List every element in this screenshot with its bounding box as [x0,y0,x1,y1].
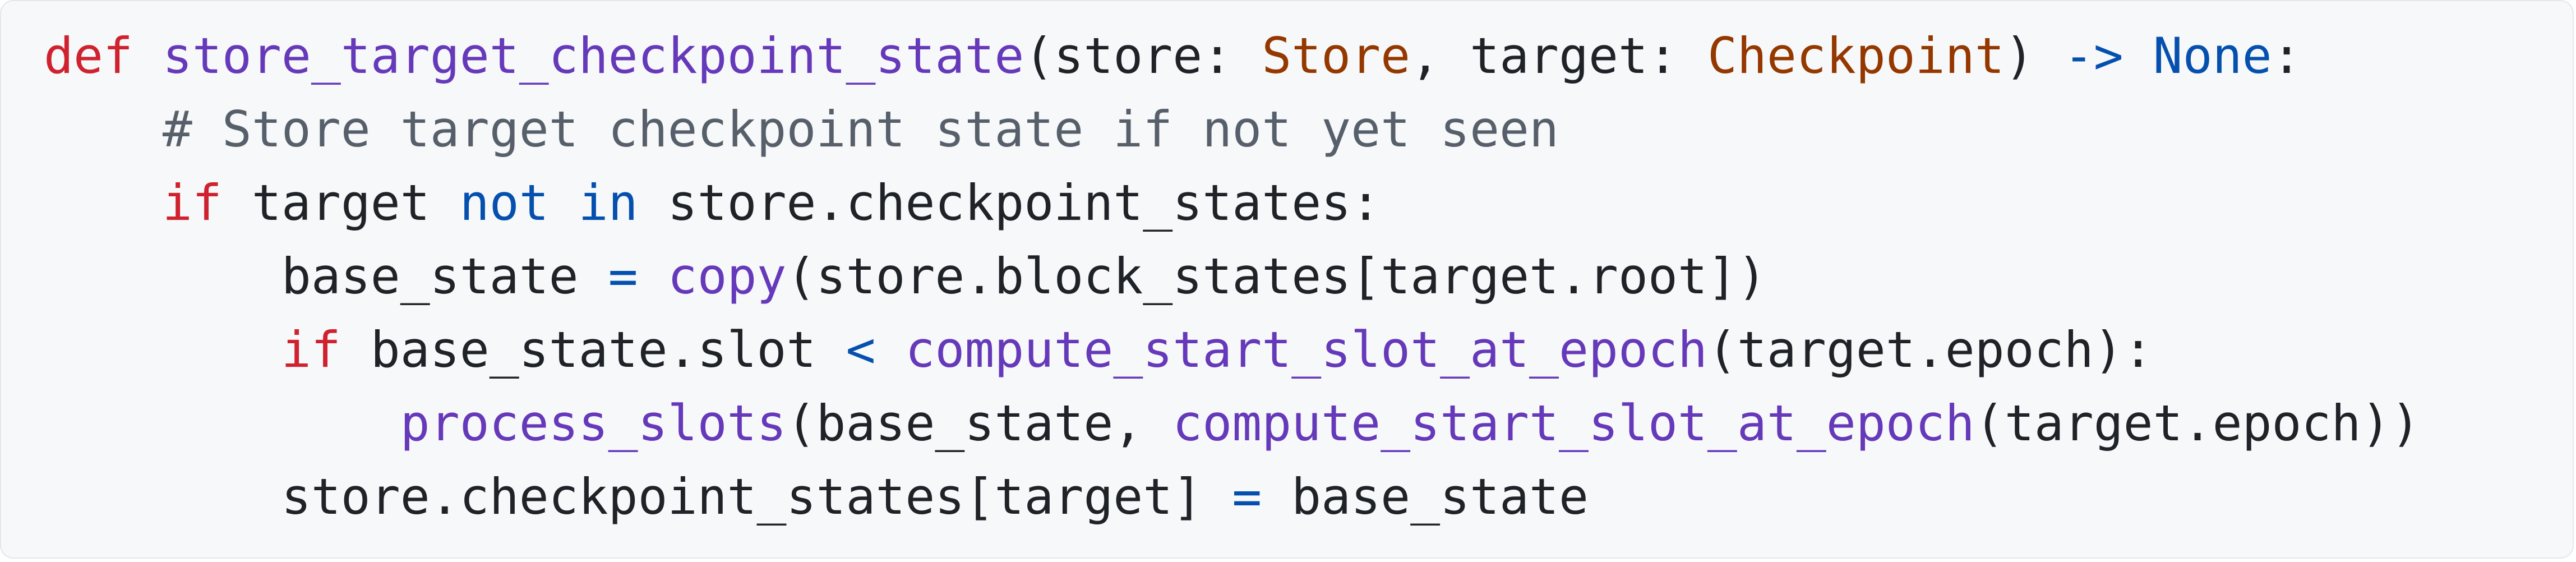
code-token-pl: (store: [1024,27,1262,85]
code-token-kw: def [44,27,133,85]
code-token-op: = [1232,468,1262,526]
code-token-pl: target [221,174,460,232]
code-token-fn: process_slots [400,394,787,452]
code-token-cm: # Store target checkpoint state if not y… [162,100,1559,158]
code-line: process_slots(base_state, compute_start_… [44,386,2421,460]
code-token-pl: (store.block_states[target.root]) [786,247,1767,305]
code-token-pl: (target.epoch): [1707,321,2153,379]
code-block: def store_target_checkpoint_state(store:… [0,0,2574,559]
code-token-pl: , target: [1410,27,1707,85]
code-token-op: in [578,174,638,232]
code-token-fn: compute_start_slot_at_epoch [905,321,1707,379]
code-line: # Store target checkpoint state if not y… [44,93,2420,166]
code-token-fn: store_target_checkpoint_state [162,27,1024,85]
code-token-fn: copy [667,247,787,305]
code-token-pl: base_state.slot [340,321,846,379]
code-token-pl: store.checkpoint_states: [638,174,1381,232]
code-token-pl: base_state [44,247,608,305]
code-token-pl: store.checkpoint_states[target] [44,468,1232,526]
code-line: if target not in store.checkpoint_states… [44,166,2420,239]
code-line: base_state = copy(store.block_states[tar… [44,239,2420,313]
code-token-op: < [846,321,876,379]
code-token-ty: Checkpoint [1707,27,2005,85]
code-token-op: not [459,174,549,232]
code-token-op: None [2153,27,2272,85]
code-token-pl: : [2272,27,2302,85]
code-token-pl: ) [2004,27,2064,85]
code-line: def store_target_checkpoint_state(store:… [44,19,2420,93]
code-token-kw: if [281,321,341,379]
code-line: if base_state.slot < compute_start_slot_… [44,313,2420,386]
code-line: store.checkpoint_states[target] = base_s… [44,460,2420,533]
code-token-kw: if [162,174,222,232]
code-token-pl: base_state [1262,468,1589,526]
code-token-pl: (target.epoch)) [1974,394,2421,452]
code-token-op: -> [2063,27,2123,85]
code-token-op: = [608,247,638,305]
code-token-pl: (base_state, [786,394,1173,452]
code-listing[interactable]: def store_target_checkpoint_state(store:… [44,19,2420,533]
code-token-fn: compute_start_slot_at_epoch [1172,394,1975,452]
code-token-ty: Store [1262,27,1411,85]
